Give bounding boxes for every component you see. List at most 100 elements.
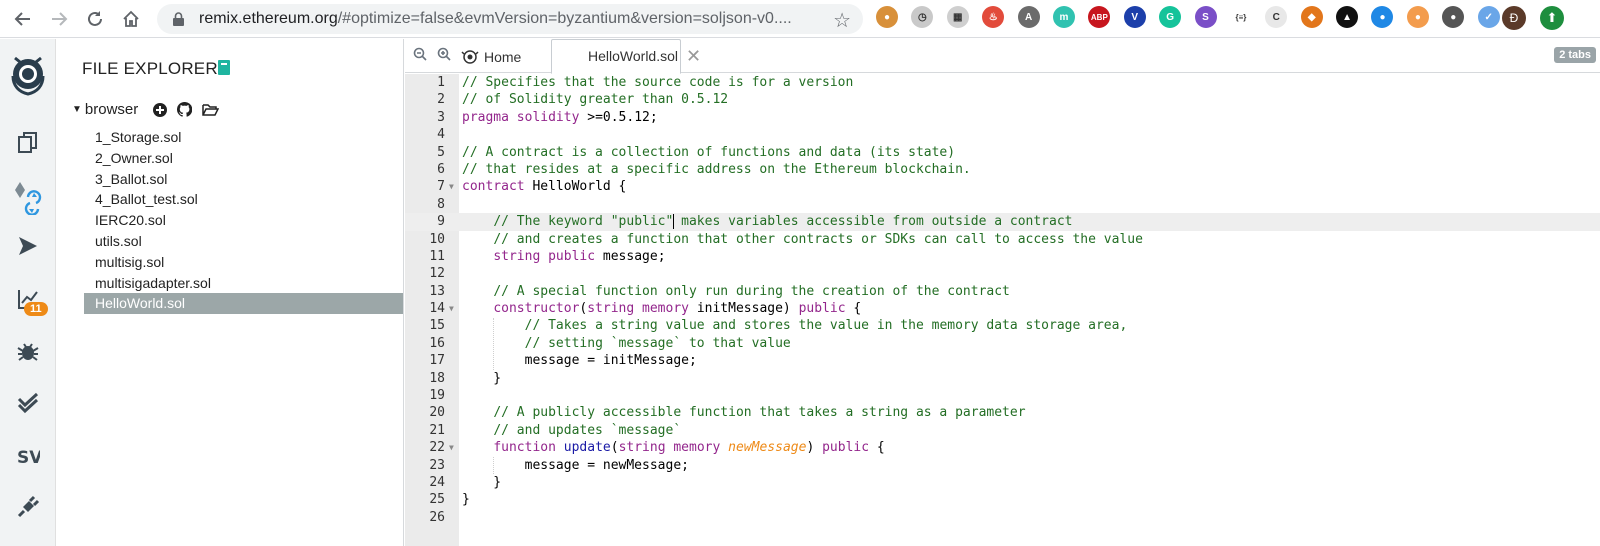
file-item[interactable]: 2_Owner.sol <box>84 148 403 169</box>
caret-down-icon[interactable]: ▼ <box>72 104 82 115</box>
s-extension-icon[interactable]: S <box>1194 6 1217 28</box>
code-line[interactable]: 2 // of Solidity greater than 0.5.12 <box>405 91 1600 108</box>
code-line[interactable]: 15 // Takes a string value and stores th… <box>405 317 1600 334</box>
bird-extension-icon[interactable]: ▲ <box>1336 6 1359 28</box>
code-line[interactable]: 13 // A special function only run during… <box>405 283 1600 300</box>
code-line[interactable]: 12 <box>405 265 1600 282</box>
reload-button[interactable] <box>78 2 112 36</box>
file-item[interactable]: IERC20.sol <box>84 210 403 231</box>
fold-caret-icon[interactable]: ▼ <box>449 178 454 195</box>
fold-caret-icon[interactable]: ▼ <box>449 300 454 317</box>
code-editor[interactable]: 1 // Specifies that the source code is fo… <box>405 74 1600 526</box>
code-token: // of Solidity greater than 0.5.12 <box>462 92 729 108</box>
code-line[interactable]: 9 // The keyword "public" makes variable… <box>405 213 1600 231</box>
code-line[interactable]: 17 message = initMessage; <box>405 352 1600 369</box>
plugin-manager-icon[interactable] <box>0 487 56 527</box>
github-extension-icon[interactable]: ● <box>1442 6 1465 28</box>
forward-button[interactable] <box>42 2 76 36</box>
file-item[interactable]: multisigadapter.sol <box>84 273 403 294</box>
fire-extension-icon[interactable]: ♨ <box>982 6 1005 28</box>
code-line[interactable]: 26 <box>405 509 1600 526</box>
analysis-chart-icon[interactable]: 11 <box>0 279 56 319</box>
code-line[interactable]: 3 pragma solidity >=0.5.12; <box>405 109 1600 126</box>
code-line[interactable]: 4 <box>405 126 1600 143</box>
a-extension-icon[interactable]: A <box>1017 6 1040 28</box>
bookmark-star-icon[interactable]: ☆ <box>833 8 851 33</box>
code-line[interactable]: 24 } <box>405 474 1600 491</box>
code-line[interactable]: 22 ▼ function update(string memory newMes… <box>405 439 1600 456</box>
json-extension-icon[interactable]: {≡} <box>1229 6 1252 28</box>
drop-extension-icon[interactable]: ● <box>1371 6 1394 28</box>
code-line[interactable]: 19 <box>405 387 1600 404</box>
cookie-extension-icon[interactable]: ● <box>876 6 898 28</box>
grid-extension-icon[interactable]: ▦ <box>946 6 969 28</box>
url-host: remix.ethereum.org <box>199 10 338 27</box>
code-text: // Takes a string value and stores the v… <box>462 317 1128 334</box>
code-line[interactable]: 21 // and updates `message` <box>405 422 1600 439</box>
line-number: 12 <box>429 266 445 282</box>
code-line[interactable]: 6 // that resides at a specific address o… <box>405 161 1600 178</box>
file-item[interactable]: multisig.sol <box>84 252 403 273</box>
remix-logo-icon[interactable] <box>0 51 56 101</box>
m-extension-icon[interactable]: m <box>1052 6 1075 28</box>
code-line[interactable]: 23 message = newMessage; <box>405 457 1600 474</box>
solidity-compiler-icon[interactable] <box>0 177 56 217</box>
code-line[interactable]: 25} <box>405 491 1600 508</box>
close-icon[interactable]: ✕ <box>686 46 701 67</box>
code-token: >=0.5.12; <box>579 109 658 125</box>
grammarly-extension-icon[interactable]: G <box>1159 6 1182 28</box>
tab-helloworld[interactable]: HelloWorld.sol ✕ <box>551 39 701 74</box>
zoom-in-icon[interactable] <box>437 47 451 65</box>
code-token: solidity <box>516 109 580 125</box>
workspace-root[interactable]: ▼ browser <box>72 101 229 118</box>
code-line[interactable]: 7 ▼ contract HelloWorld { <box>405 178 1600 195</box>
code-line[interactable]: 20 // A publicly accessible function tha… <box>405 404 1600 421</box>
github-gist-icon[interactable] <box>177 102 193 117</box>
address-bar[interactable]: remix.ethereum.org/#optimize=false&evmVe… <box>157 4 863 34</box>
clock-extension-icon[interactable]: ◷ <box>911 6 934 28</box>
create-file-icon[interactable] <box>153 102 168 117</box>
file-item[interactable]: HelloWorld.sol <box>84 293 403 315</box>
file-item[interactable]: 1_Storage.sol <box>84 127 403 148</box>
fold-caret-icon[interactable]: ▼ <box>449 439 454 456</box>
code-line[interactable]: 10 // and creates a function that other … <box>405 231 1600 248</box>
line-number: 14 <box>429 301 445 317</box>
v-extension-icon[interactable]: V <box>1123 6 1146 28</box>
file-item[interactable]: utils.sol <box>84 231 403 252</box>
line-number: 6 <box>437 161 445 177</box>
svg-text:SV: SV <box>17 448 40 468</box>
code-text: message = initMessage; <box>462 352 697 369</box>
file-explorers-icon[interactable] <box>0 122 56 162</box>
line-number: 7 <box>437 179 445 195</box>
code-token: message = newMessage; <box>462 457 689 473</box>
code-line[interactable]: 1 // Specifies that the source code is fo… <box>405 74 1600 91</box>
file-item[interactable]: 3_Ballot.sol <box>84 169 403 190</box>
code-line[interactable]: 8 <box>405 196 1600 213</box>
code-line[interactable]: 5 // A contract is a collection of functi… <box>405 144 1600 161</box>
metamask-extension-icon[interactable]: ◆ <box>1300 6 1323 28</box>
source-verify-icon[interactable]: SV <box>0 436 56 476</box>
abp-extension-icon[interactable]: ABP <box>1088 6 1111 28</box>
debugger-bug-icon[interactable] <box>0 331 56 371</box>
code-line[interactable]: 18 } <box>405 370 1600 387</box>
home-button[interactable] <box>114 2 148 36</box>
check-extension-icon[interactable]: ✓ <box>1477 6 1500 28</box>
testing-check-icon[interactable] <box>0 383 56 423</box>
code-line[interactable]: 16 // setting `message` to that value <box>405 335 1600 352</box>
update-icon[interactable]: ⬆ <box>1540 6 1564 30</box>
open-folder-icon[interactable] <box>202 103 220 117</box>
code-line[interactable]: 11 string public message; <box>405 248 1600 265</box>
line-number: 1 <box>437 75 445 90</box>
tab-home[interactable]: Home <box>461 39 551 74</box>
tabs-count-badge[interactable]: 2 tabs <box>1554 47 1596 63</box>
docs-book-icon[interactable] <box>218 60 230 80</box>
code-line[interactable]: 14 ▼ constructor(string memory initMessag… <box>405 300 1600 317</box>
c-extension-icon[interactable]: C <box>1265 6 1288 28</box>
deploy-run-icon[interactable] <box>0 226 56 266</box>
back-button[interactable] <box>6 2 40 36</box>
profile-avatar[interactable]: Đ <box>1502 6 1526 30</box>
file-item[interactable]: 4_Ballot_test.sol <box>84 189 403 210</box>
flask-extension-icon[interactable]: ● <box>1406 6 1429 28</box>
zoom-out-icon[interactable] <box>413 47 427 65</box>
